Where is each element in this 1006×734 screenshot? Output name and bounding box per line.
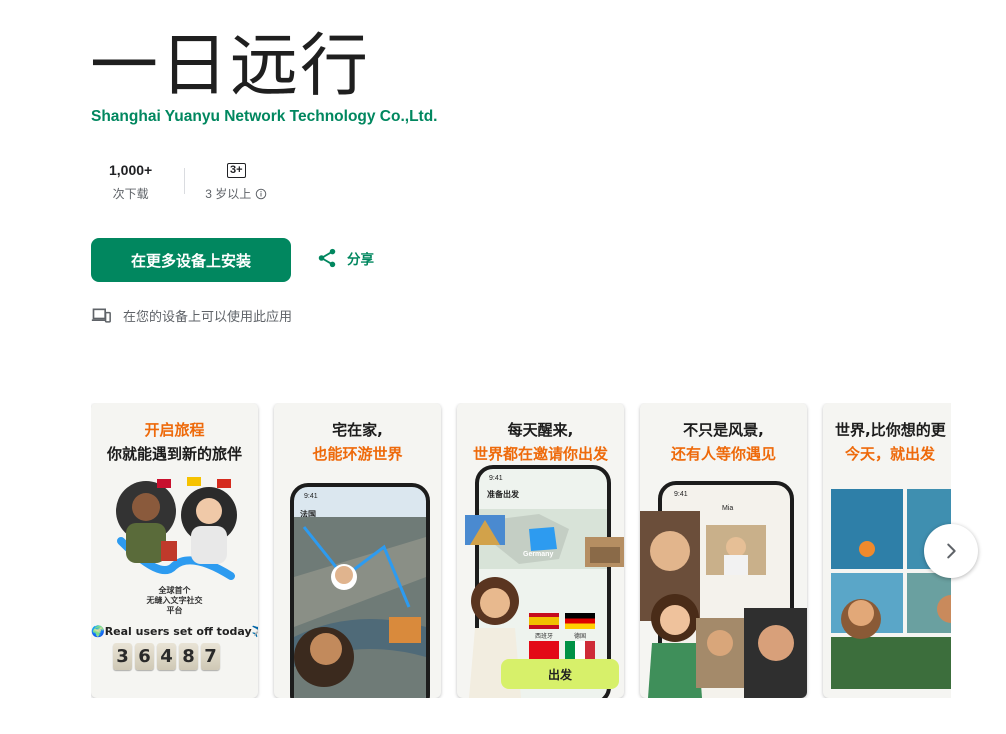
screenshot-gallery[interactable]: 开启旅程 你就能遇到新的旅伴 全球首个 无缝入文字社交 平台 🌍Real use…: [91, 403, 951, 698]
downloads-value: 1,000+: [109, 162, 153, 178]
travelers-illustration: [116, 477, 237, 580]
flag-spain-icon[interactable]: [529, 613, 559, 629]
flag-spain-label: 西班牙: [534, 634, 553, 640]
gallery-next-button[interactable]: [924, 524, 978, 578]
people-illustration: [648, 594, 807, 698]
adventure-collage: [831, 489, 951, 689]
landmark-photo: [585, 537, 624, 567]
screenshot-1-caption-line2: 你就能遇到新的旅伴: [106, 445, 242, 463]
phone-time: 9:41: [304, 493, 318, 500]
info-icon[interactable]: [255, 188, 267, 200]
downloads-label: 次下载: [112, 187, 149, 201]
content-rating-stat: 3+ 3 岁以上: [185, 160, 287, 202]
counter-digit: 8: [179, 643, 198, 670]
share-icon: [318, 248, 336, 268]
screenshot-4-caption-line1: 不只是风景,: [683, 421, 764, 439]
flag-icon: [187, 477, 201, 486]
flag-turkey-icon[interactable]: [529, 641, 559, 659]
app-stats: 1,000+ 次下载 3+ 3 岁以上: [91, 160, 287, 202]
content-rating-label: 3 岁以上: [205, 187, 252, 201]
devices-icon: [91, 308, 111, 323]
real-users-label: 🌍Real users set off today✈️: [91, 625, 258, 638]
depart-button-label: 出发: [547, 667, 572, 682]
satellite-map: [294, 517, 426, 698]
screenshot-3[interactable]: 每天醒来, 世界都在邀请你出发 9:41 准备出发 Germany 西班牙 德国…: [457, 403, 624, 698]
badge-line3: 平台: [166, 606, 183, 615]
screenshot-1-caption-line1: 开启旅程: [144, 421, 205, 439]
counter-digit: 4: [157, 643, 176, 670]
device-availability: 在您的设备上可以使用此应用: [91, 306, 292, 325]
app-title: 一日远行: [90, 27, 371, 106]
country-label: Germany: [523, 551, 554, 558]
flag-germany-label: 德国: [573, 634, 586, 640]
counter-digit: 6: [135, 643, 154, 670]
chat-contact-name: Mia: [722, 505, 734, 512]
device-note-text: 在您的设备上可以使用此应用: [123, 310, 293, 325]
flag-icon: [217, 479, 231, 488]
phone-header: 准备出发: [487, 490, 519, 499]
flag-icon: [157, 479, 171, 488]
share-label: 分享: [347, 252, 374, 268]
travel-photo: [706, 525, 766, 575]
screenshot-4[interactable]: 不只是风景, 还有人等你遇见 9:41 Mia: [640, 403, 807, 698]
screenshot-4-caption-line2: 还有人等你遇见: [670, 445, 776, 463]
downloads-stat: 1,000+ 次下载: [91, 160, 184, 202]
user-counter: 3 6 4 8 7: [113, 643, 220, 670]
counter-digit: 7: [201, 643, 220, 670]
developer-link[interactable]: Shanghai Yuanyu Network Technology Co.,L…: [91, 108, 438, 126]
phone-time: 9:41: [674, 491, 688, 498]
landmark-photo: [465, 515, 505, 545]
screenshot-3-caption-line1: 每天醒来,: [507, 421, 574, 439]
screenshot-2-caption-line1: 宅在家,: [332, 421, 383, 439]
screenshot-5-caption-line2: 今天，就出发: [845, 445, 936, 463]
chevron-right-icon: [947, 543, 956, 559]
flag-italy-icon[interactable]: [565, 641, 595, 659]
screenshot-5-caption-line1: 世界,比你想的更: [835, 421, 946, 439]
flag-germany-icon[interactable]: [565, 613, 595, 629]
phone-mockup: 9:41 法国: [290, 483, 430, 698]
screenshot-3-caption-line2: 世界都在邀请你出发: [472, 445, 608, 463]
install-button[interactable]: 在更多设备上安装: [91, 238, 291, 282]
depart-button[interactable]: 出发: [501, 659, 619, 689]
content-rating-badge: 3+: [226, 162, 246, 178]
counter-digit: 3: [113, 643, 132, 670]
phone-time: 9:41: [489, 475, 503, 482]
screenshot-2-caption-line2: 也能环游世界: [312, 445, 403, 463]
screenshot-2[interactable]: 宅在家, 也能环游世界 9:41 法国: [274, 403, 441, 698]
share-button[interactable]: 分享: [316, 247, 374, 269]
screenshot-1[interactable]: 开启旅程 你就能遇到新的旅伴 全球首个 无缝入文字社交 平台 🌍Real use…: [91, 403, 258, 698]
